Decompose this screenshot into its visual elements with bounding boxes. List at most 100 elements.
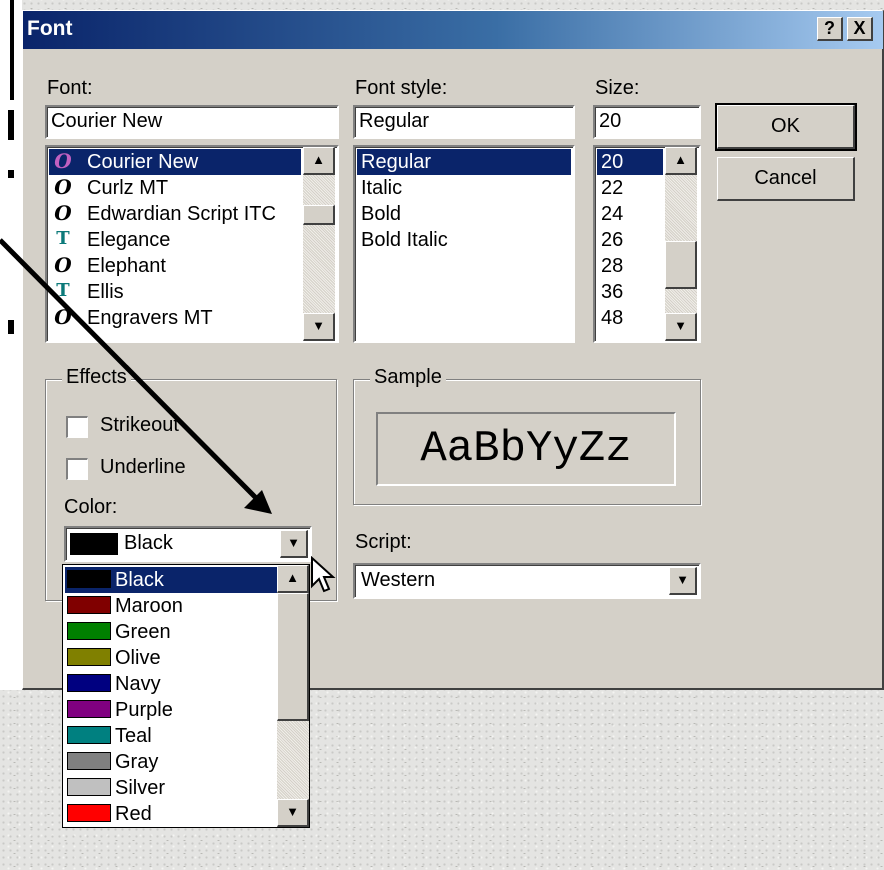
font-style-list-item[interactable]: Bold [357, 201, 571, 227]
color-list-scrollbar[interactable]: ▲ ▼ [277, 565, 309, 827]
cancel-button[interactable]: Cancel [717, 157, 855, 201]
help-button[interactable]: ? [817, 17, 843, 41]
font-style-list-item[interactable]: Italic [357, 175, 571, 201]
font-list-item[interactable]: O Courier New [49, 149, 301, 175]
color-swatch [67, 752, 111, 770]
dropdown-arrow-icon[interactable]: ▼ [669, 567, 697, 595]
font-style-input[interactable]: Regular [353, 105, 575, 139]
color-option[interactable]: Purple [65, 697, 277, 723]
color-swatch [67, 778, 111, 796]
size-list-scrollbar[interactable]: ▲ ▼ [665, 147, 697, 341]
size-list-item[interactable]: 48 [597, 305, 663, 331]
color-swatch [70, 533, 118, 555]
sample-group: Sample AaBbYyZz [353, 366, 701, 505]
font-input[interactable]: Courier New [45, 105, 339, 139]
size-list-item[interactable]: 22 [597, 175, 663, 201]
font-style-label: Font style: [355, 77, 448, 99]
opentype-icon: O [54, 175, 72, 199]
strikeout-label[interactable]: Strikeout [100, 414, 179, 437]
script-combo[interactable]: Western ▼ [353, 563, 701, 599]
scroll-up-arrow-icon[interactable]: ▲ [665, 147, 697, 175]
font-list-item-label: Engravers MT [87, 307, 213, 329]
dropdown-arrow-icon[interactable]: ▼ [280, 530, 308, 558]
font-list-item[interactable]: T Ellis [49, 279, 301, 305]
font-list-item[interactable]: T Elegance [49, 227, 301, 253]
color-combo[interactable]: Black ▼ [64, 526, 312, 562]
color-option[interactable]: Silver [65, 775, 277, 801]
font-list-item[interactable]: O Elephant [49, 253, 301, 279]
color-swatch [67, 674, 111, 692]
font-style-list-item[interactable]: Bold Italic [357, 227, 571, 253]
color-swatch [67, 804, 111, 822]
size-list-item[interactable]: 26 [597, 227, 663, 253]
underline-label[interactable]: Underline [100, 456, 186, 479]
font-list-item[interactable]: O Curlz MT [49, 175, 301, 201]
titlebar: Font ? X [23, 11, 883, 49]
color-option-label: Gray [115, 751, 159, 773]
scroll-down-arrow-icon[interactable]: ▼ [277, 799, 309, 827]
scroll-thumb[interactable] [303, 205, 335, 225]
font-label: Font: [47, 77, 93, 99]
color-option-label: Olive [115, 647, 161, 669]
color-option[interactable]: Red [65, 801, 277, 827]
color-swatch [67, 622, 111, 640]
opentype-icon: O [54, 253, 72, 277]
color-value: Black [124, 532, 173, 554]
script-label: Script: [355, 531, 412, 553]
color-option[interactable]: Olive [65, 645, 277, 671]
size-input[interactable]: 20 [593, 105, 701, 139]
dialog-title: Font [27, 17, 73, 40]
size-list[interactable]: 20 22 24 26 28 36 48 ▲ ▼ [593, 145, 701, 343]
scroll-down-arrow-icon[interactable]: ▼ [665, 313, 697, 341]
size-list-item[interactable]: 20 [597, 149, 663, 175]
color-option-label: Maroon [115, 595, 183, 617]
font-style-list[interactable]: Regular Italic Bold Bold Italic [353, 145, 575, 343]
color-swatch [67, 570, 111, 588]
scroll-thumb[interactable] [277, 593, 309, 721]
color-option-label: Green [115, 621, 171, 643]
close-button[interactable]: X [847, 17, 873, 41]
color-option-label: Red [115, 803, 152, 825]
font-list-item-label: Elephant [87, 255, 166, 277]
color-option-label: Navy [115, 673, 161, 695]
font-list[interactable]: O Courier New O Curlz MT O Edwardian Script I… [45, 145, 339, 343]
color-swatch [67, 700, 111, 718]
font-list-item-label: Courier New [87, 151, 199, 173]
font-list-item-label: Edwardian Script ITC [87, 203, 276, 225]
font-list-item[interactable]: O Engravers MT [49, 305, 301, 331]
underline-checkbox[interactable] [66, 458, 88, 480]
size-list-item[interactable]: 36 [597, 279, 663, 305]
color-option[interactable]: Black [65, 567, 277, 593]
sample-preview: AaBbYyZz [376, 412, 676, 486]
font-list-item-label: Elegance [87, 229, 171, 251]
scroll-up-arrow-icon[interactable]: ▲ [303, 147, 335, 175]
color-swatch [67, 648, 111, 666]
color-swatch [67, 596, 111, 614]
color-option[interactable]: Maroon [65, 593, 277, 619]
color-option[interactable]: Navy [65, 671, 277, 697]
color-dropdown-list[interactable]: Black Maroon Green Olive Navy Purple Teal Gray S… [62, 564, 310, 828]
size-list-item[interactable]: 28 [597, 253, 663, 279]
color-option[interactable]: Green [65, 619, 277, 645]
color-option[interactable]: Gray [65, 749, 277, 775]
font-list-item[interactable]: O Edwardian Script ITC [49, 201, 301, 227]
opentype-icon: O [54, 149, 72, 173]
font-style-list-item[interactable]: Regular [357, 149, 571, 175]
color-option-label: Silver [115, 777, 166, 799]
color-option-label: Black [115, 569, 164, 591]
ok-button[interactable]: OK [715, 103, 857, 151]
color-option[interactable]: Teal [65, 723, 277, 749]
size-list-item[interactable]: 24 [597, 201, 663, 227]
scroll-thumb[interactable] [665, 241, 697, 289]
sample-label: Sample [370, 366, 446, 389]
color-label: Color: [64, 496, 118, 518]
background-document-strip [0, 0, 22, 690]
mouse-cursor-icon [311, 556, 336, 593]
effects-label: Effects [62, 366, 131, 389]
opentype-icon: O [54, 305, 72, 329]
scroll-up-arrow-icon[interactable]: ▲ [277, 565, 309, 593]
strikeout-checkbox[interactable] [66, 416, 88, 438]
truetype-icon: T [56, 280, 70, 301]
font-list-scrollbar[interactable]: ▲ ▼ [303, 147, 335, 341]
scroll-down-arrow-icon[interactable]: ▼ [303, 313, 335, 341]
